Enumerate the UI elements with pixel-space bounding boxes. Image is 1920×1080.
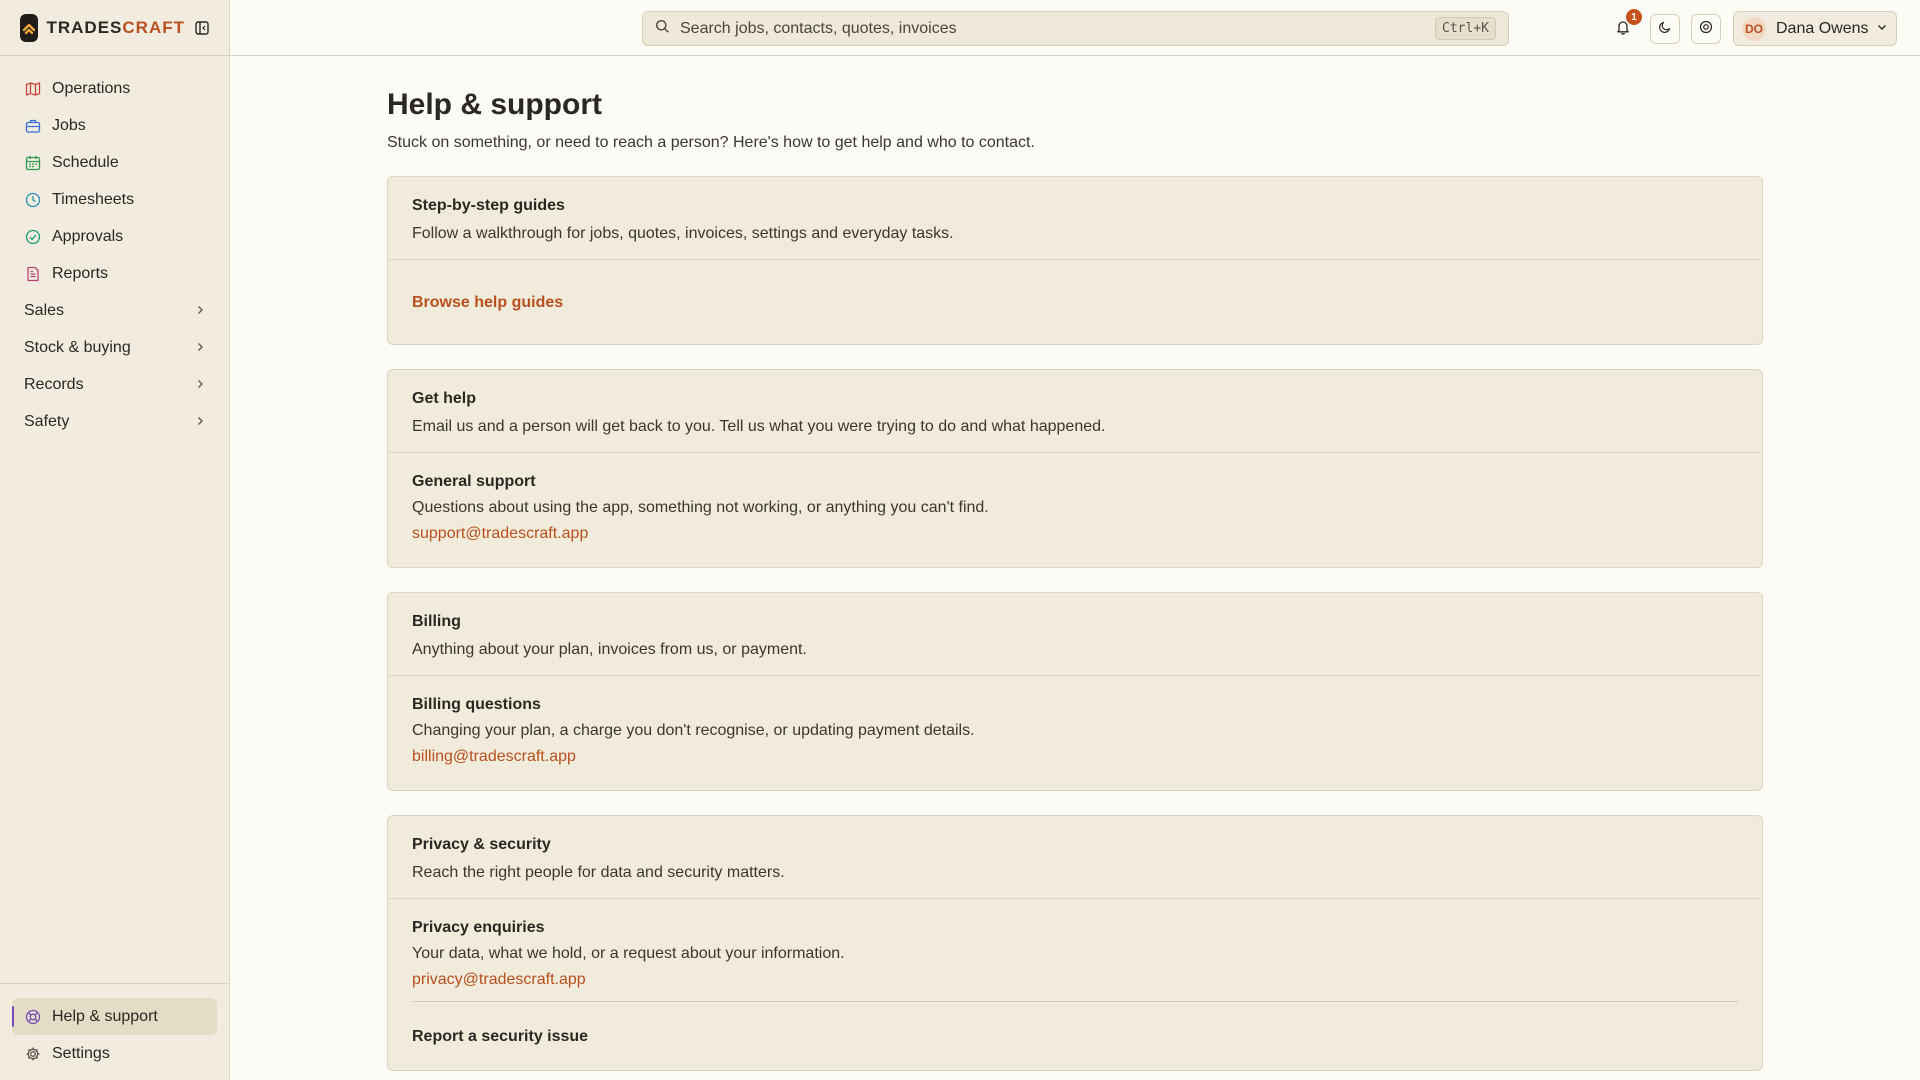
card-header: Privacy & security Reach the right peopl…: [388, 816, 1762, 899]
chevron-right-icon: [195, 339, 205, 357]
privacy-security-card: Privacy & security Reach the right peopl…: [387, 815, 1763, 1071]
sidebar-group-label: Sales: [24, 301, 65, 319]
sidebar-bottom: Help & support Settings: [0, 983, 229, 1080]
sidebar-item-label: Approvals: [52, 227, 124, 245]
search-icon: [655, 19, 670, 39]
entry-title: Billing questions: [412, 696, 541, 713]
brand: TRADESCRAFT: [0, 0, 229, 56]
sidebar-group-safety[interactable]: Safety: [0, 403, 229, 440]
chevron-right-icon: [195, 302, 205, 320]
sidebar-item-label: Reports: [52, 264, 109, 282]
dark-mode-button[interactable]: [1650, 14, 1680, 44]
card-title: Get help: [412, 390, 477, 407]
card-title: Billing: [412, 613, 461, 630]
card-title: Step-by-step guides: [412, 197, 565, 214]
sidebar-item-schedule[interactable]: Schedule: [0, 144, 229, 181]
sidebar-group-label: Records: [24, 375, 84, 393]
sidebar: TRADESCRAFT Operations Jobs Schedule Tim…: [0, 0, 230, 1080]
sidebar-item-approvals[interactable]: Approvals: [0, 218, 229, 255]
sidebar-item-label: Schedule: [52, 153, 119, 171]
entry-description: Your data, what we hold, or a request ab…: [412, 945, 845, 962]
user-menu[interactable]: DO Dana Owens: [1733, 11, 1897, 46]
topbar: Search jobs, contacts, quotes, invoices …: [230, 0, 1920, 56]
sidebar-collapse-icon[interactable]: [195, 19, 209, 37]
sidebar-nav: Operations Jobs Schedule Timesheets Appr…: [0, 56, 229, 440]
user-name: Dana Owens: [1776, 19, 1869, 37]
notifications-button[interactable]: 1: [1608, 9, 1642, 44]
chevron-down-icon: [1876, 20, 1888, 38]
brand-logo-icon[interactable]: [20, 13, 39, 42]
map-icon: [24, 80, 42, 98]
card-header: Get help Email us and a person will get …: [388, 370, 1762, 453]
entry-title: General support: [412, 473, 536, 490]
sidebar-item-label: Timesheets: [52, 190, 135, 208]
entry-description: Changing your plan, a charge you don't r…: [412, 722, 975, 739]
lifebuoy-icon: [1699, 20, 1713, 39]
calendar-icon: [24, 154, 42, 172]
privacy-email-link[interactable]: privacy@tradescraft.app: [412, 971, 586, 989]
sidebar-item-operations[interactable]: Operations: [0, 70, 229, 107]
browse-help-guides-link[interactable]: Browse help guides: [412, 282, 563, 322]
sidebar-item-timesheets[interactable]: Timesheets: [0, 181, 229, 218]
gear-icon: [24, 1045, 42, 1063]
privacy-entry: Privacy enquiries Your data, what we hol…: [412, 919, 1738, 1002]
sidebar-group-label: Stock & buying: [24, 338, 131, 356]
sidebar-item-settings[interactable]: Settings: [12, 1035, 217, 1072]
support-email-link[interactable]: support@tradescraft.app: [412, 525, 588, 543]
report-icon: [24, 265, 42, 283]
search-shortcut: Ctrl+K: [1435, 17, 1496, 40]
card-title: Privacy & security: [412, 836, 551, 853]
sidebar-item-label: Jobs: [52, 116, 86, 134]
billing-entry: Billing questions Changing your plan, a …: [412, 696, 1738, 766]
sidebar-group-label: Safety: [24, 412, 70, 430]
sidebar-item-reports[interactable]: Reports: [0, 255, 229, 292]
support-entry: General support Questions about using th…: [412, 473, 1738, 543]
sidebar-item-label: Settings: [52, 1044, 110, 1062]
card-header: Step-by-step guides Follow a walkthrough…: [388, 177, 1762, 260]
search-placeholder: Search jobs, contacts, quotes, invoices: [680, 19, 957, 37]
entry-description: Questions about using the app, something…: [412, 499, 989, 516]
notification-badge: 1: [1626, 9, 1642, 25]
card-description: Anything about your plan, invoices from …: [412, 641, 807, 658]
sidebar-item-label: Help & support: [52, 1007, 158, 1025]
brand-name[interactable]: TRADESCRAFT: [46, 18, 185, 38]
card-description: Follow a walkthrough for jobs, quotes, i…: [412, 225, 954, 242]
avatar: DO: [1742, 16, 1766, 41]
sidebar-group-sales[interactable]: Sales: [0, 292, 229, 329]
page-subtitle: Stuck on something, or need to reach a p…: [387, 134, 1035, 151]
security-entry: Report a security issue: [412, 1002, 1738, 1046]
sidebar-item-jobs[interactable]: Jobs: [0, 107, 229, 144]
clock-icon: [24, 191, 42, 209]
check-circle-icon: [24, 228, 42, 246]
lifebuoy-icon: [24, 1008, 42, 1026]
sidebar-item-help-support[interactable]: Help & support: [12, 998, 217, 1035]
sidebar-item-label: Operations: [52, 79, 131, 97]
billing-email-link[interactable]: billing@tradescraft.app: [412, 748, 576, 766]
help-button[interactable]: [1691, 14, 1721, 44]
card-description: Reach the right people for data and secu…: [412, 864, 785, 881]
card-body: General support Questions about using th…: [388, 453, 1762, 567]
briefcase-icon: [24, 117, 42, 135]
search-input[interactable]: Search jobs, contacts, quotes, invoices …: [642, 11, 1509, 46]
guides-card: Step-by-step guides Follow a walkthrough…: [387, 176, 1763, 345]
page-title: Help & support: [387, 88, 602, 121]
sidebar-group-stock-buying[interactable]: Stock & buying: [0, 329, 229, 366]
card-description: Email us and a person will get back to y…: [412, 418, 1106, 435]
sidebar-group-records[interactable]: Records: [0, 366, 229, 403]
entry-title: Report a security issue: [412, 1028, 589, 1045]
chevron-right-icon: [195, 413, 205, 431]
card-body: Billing questions Changing your plan, a …: [388, 676, 1762, 790]
moon-icon: [1658, 20, 1672, 39]
card-body: Browse help guides: [388, 260, 1762, 344]
main-content: Help & support Stuck on something, or ne…: [387, 56, 1763, 1071]
card-body: Privacy enquiries Your data, what we hol…: [388, 899, 1762, 1070]
get-help-card: Get help Email us and a person will get …: [387, 369, 1763, 568]
card-header: Billing Anything about your plan, invoic…: [388, 593, 1762, 676]
billing-card: Billing Anything about your plan, invoic…: [387, 592, 1763, 791]
chevron-right-icon: [195, 376, 205, 394]
entry-title: Privacy enquiries: [412, 919, 545, 936]
